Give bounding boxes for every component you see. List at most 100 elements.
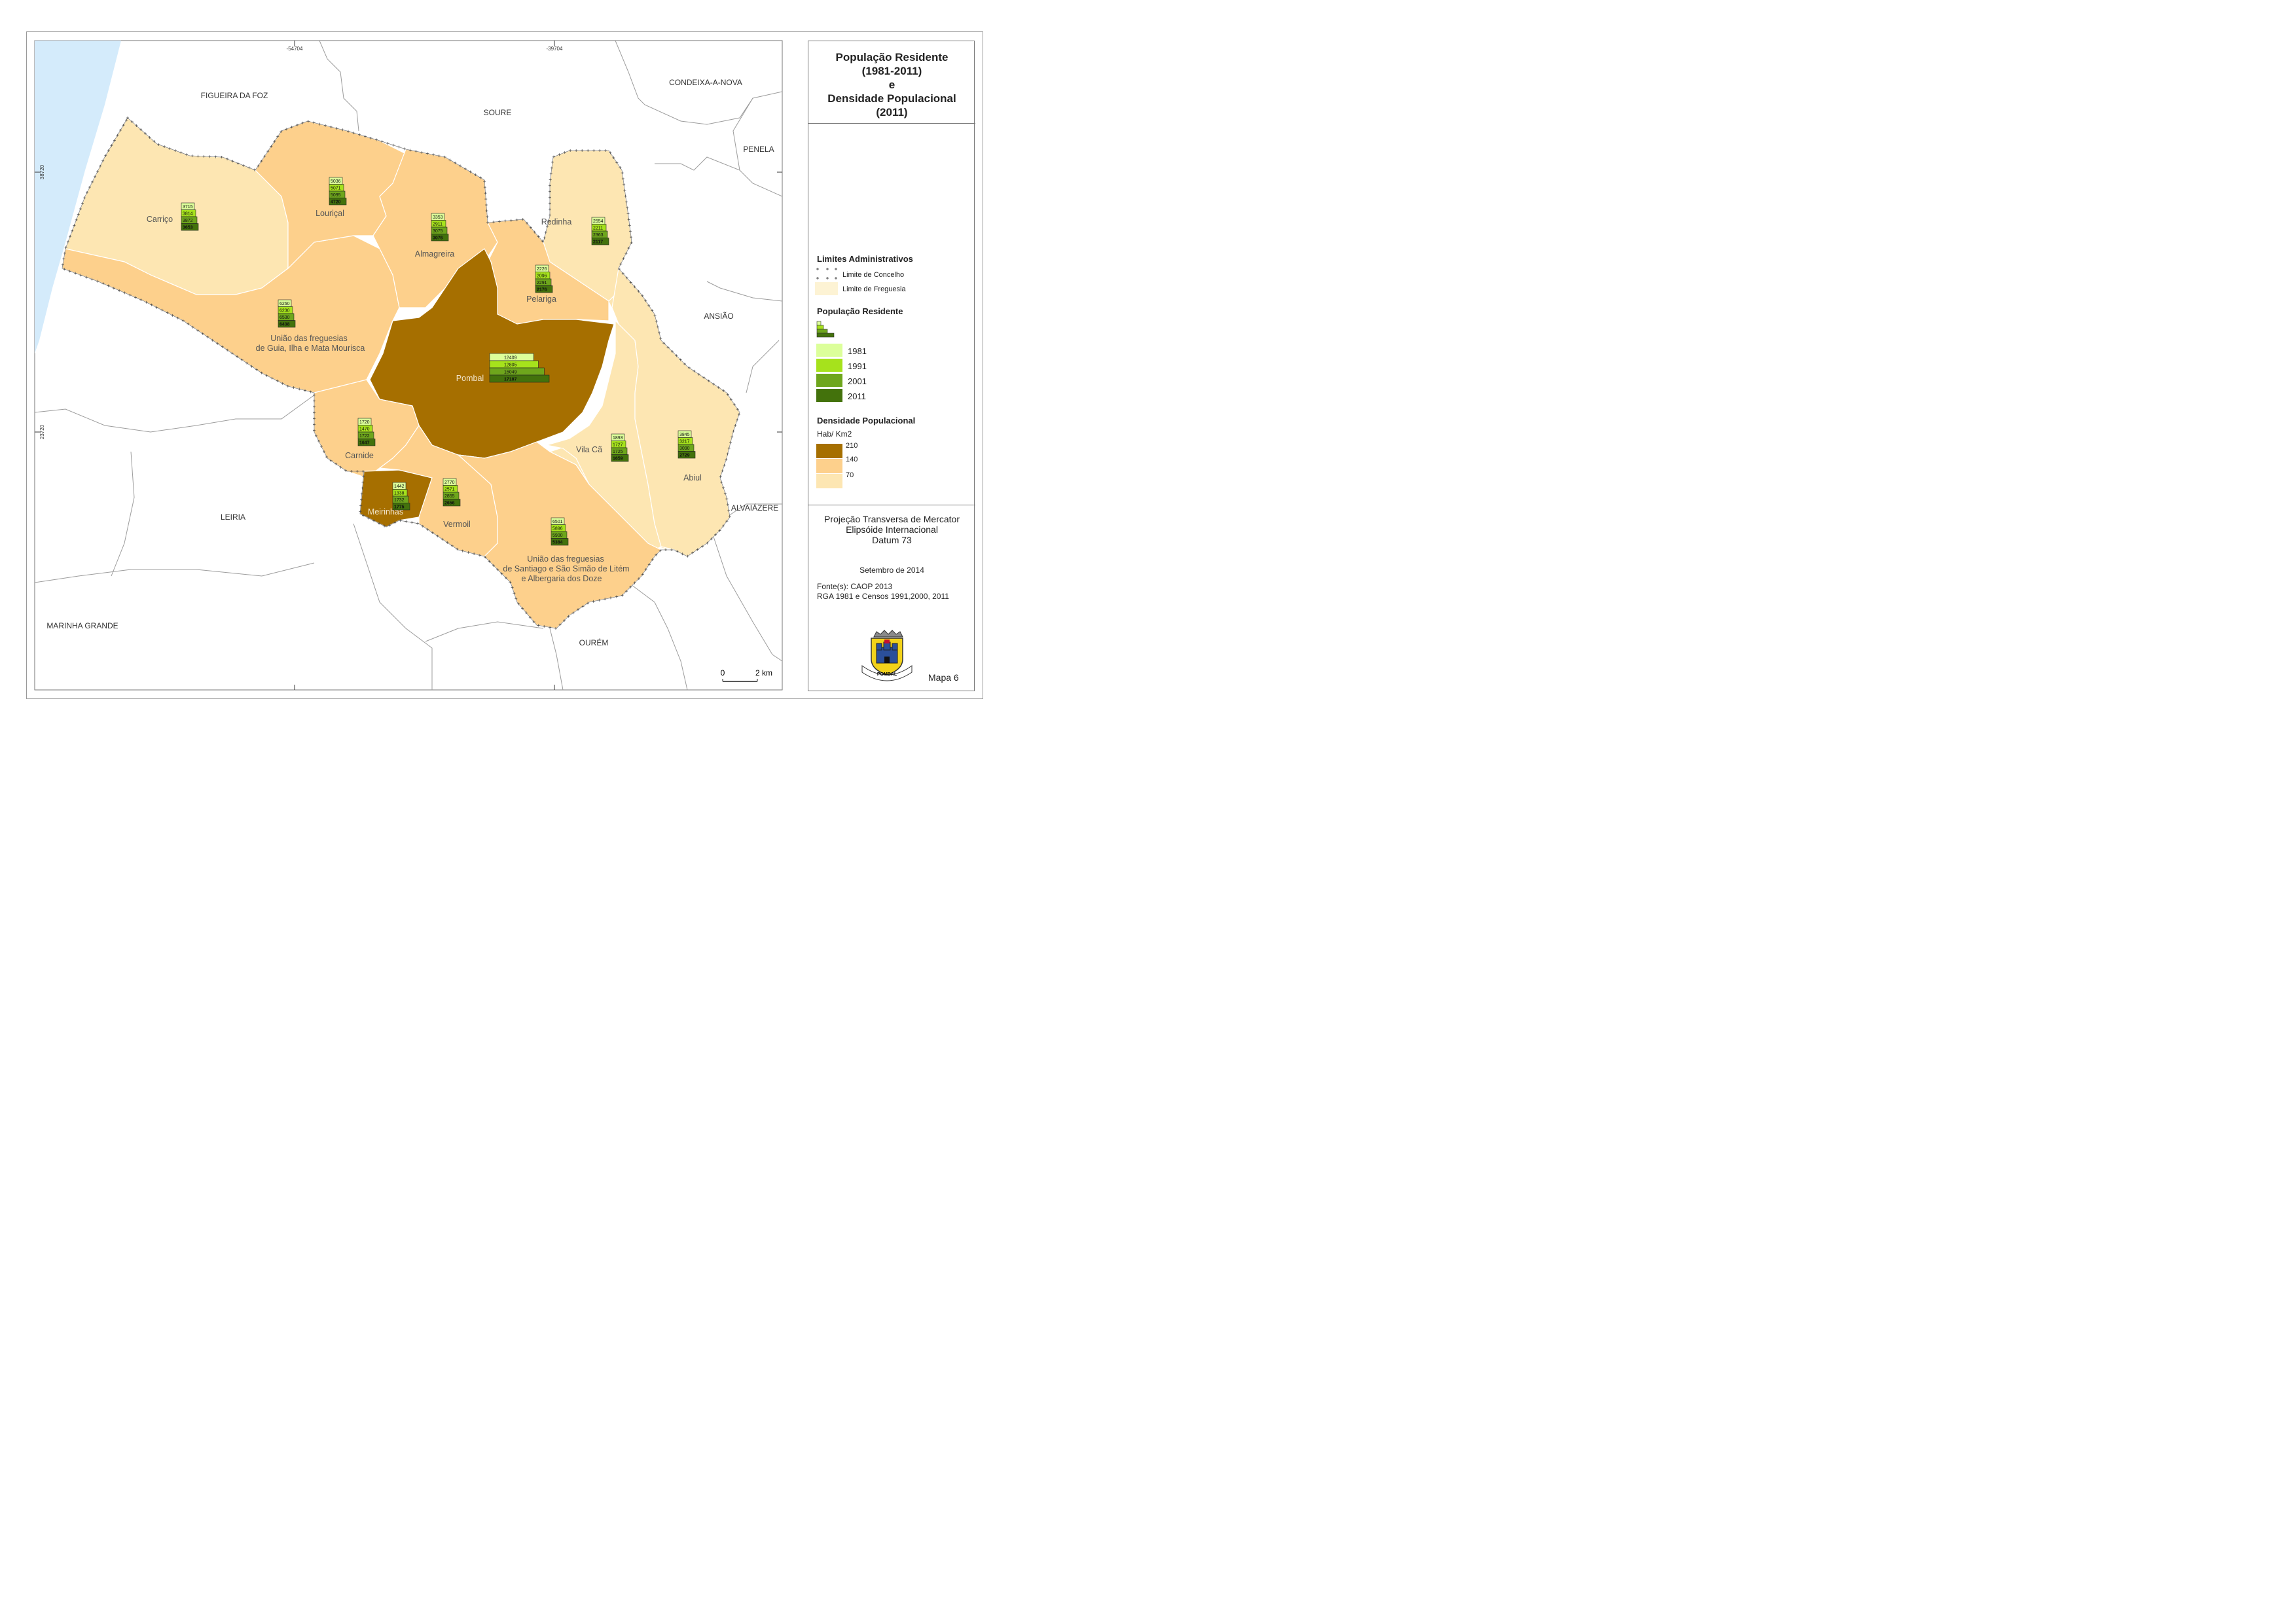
density-70-label: 70 — [846, 471, 854, 479]
pop-value-1991: 2211 — [593, 226, 603, 231]
mun-ansiao: ANSIÃO — [704, 312, 733, 321]
pop-value-1981: 1442 — [394, 484, 405, 489]
parish-label-redinha: Redinha — [541, 217, 572, 226]
mun-ourem: OURÉM — [579, 638, 609, 647]
map-number: Mapa 6 — [928, 672, 959, 683]
parish-label-santiago-line3: e Albergaria dos Doze — [522, 574, 602, 583]
pop-value-2011: 2656 — [444, 501, 455, 506]
map-date: Setembro de 2014 — [859, 566, 924, 575]
density-unit: Hab/ Km2 — [817, 429, 852, 439]
parish-label-carnide: Carnide — [345, 451, 374, 460]
parish-label-santiago-line2: de Santiago e São Simão de Litém — [503, 564, 629, 573]
projection-line-1: Projeção Transversa de Mercator — [824, 514, 960, 524]
year-2001-label: 2001 — [848, 376, 867, 386]
pop-value-1991: 1338 — [394, 492, 405, 496]
pop-value-1991: 2096 — [537, 274, 547, 279]
year-1981-label: 1981 — [848, 346, 867, 356]
pop-value-1981: 6501 — [552, 520, 563, 524]
title-line-4: Densidade Populacional — [827, 92, 956, 105]
pop-value-2011: 2176 — [537, 288, 547, 293]
grid-label-left-1: 38720 — [39, 164, 45, 179]
parish-label-guia-line1: União das freguesias — [270, 334, 347, 343]
pop-legend-mini-chart — [816, 321, 835, 338]
pop-value-2001: 3090 — [679, 446, 690, 451]
pop-value-2001: 6530 — [280, 316, 290, 320]
pop-value-2011: 1775 — [394, 505, 405, 510]
pop-bar-2001 — [489, 367, 545, 376]
pop-value-1991: 2571 — [444, 488, 455, 492]
parish-label-vermoil: Vermoil — [443, 520, 471, 529]
year-1991-swatch — [816, 359, 842, 372]
mun-condeixa: CONDEIXA-A-NOVA — [669, 78, 742, 87]
title-line-5: (2011) — [876, 106, 908, 118]
year-2001-swatch — [816, 374, 842, 387]
grid-label-left-2: 23720 — [39, 424, 45, 439]
pop-value-1991: 1727 — [613, 443, 623, 448]
pop-value-1991: 12805 — [504, 363, 517, 368]
pop-value-2001: 2855 — [444, 494, 455, 499]
freguesia-legend-swatch — [815, 282, 838, 295]
pop-value-2001: 5095 — [331, 193, 341, 198]
projection-info: Projeção Transversa de Mercator Elipsóid… — [808, 514, 975, 545]
year-2011-swatch — [816, 389, 842, 402]
pop-value-1991: 3814 — [183, 212, 193, 217]
mun-penela: PENELA — [743, 145, 774, 154]
density-140-swatch — [816, 459, 842, 473]
parish-label-pelariga: Pelariga — [526, 295, 556, 304]
pop-value-2011: 4720 — [331, 200, 341, 205]
pop-value-1981: 12409 — [504, 356, 517, 361]
pop-value-2011: 3653 — [183, 226, 193, 230]
parish-label-santiago-line1: União das freguesias — [527, 554, 604, 564]
mun-alvaiazere: ALVAIÁZERE — [731, 503, 778, 513]
pop-value-2011: 2729 — [679, 454, 690, 458]
coat-of-arms-text: POMBAL — [877, 672, 897, 677]
pop-value-2001: 2291 — [537, 281, 547, 285]
parish-label-guia-line2: de Guia, Ilha e Mata Mourisca — [256, 344, 365, 353]
parish-label-almagreira: Almagreira — [415, 249, 454, 259]
freguesia-legend-label: Limite de Freguesia — [842, 285, 906, 293]
parish-label-lourical: Louriçal — [316, 209, 344, 218]
pop-value-2001: 1732 — [394, 498, 405, 503]
parish-polygons — [62, 117, 740, 629]
projection-line-3: Datum 73 — [872, 535, 912, 545]
pop-value-2001: 5900 — [552, 533, 563, 538]
year-1991-label: 1991 — [848, 361, 867, 371]
mun-leiria: LEIRIA — [221, 513, 245, 522]
grid-label-top-1: -54704 — [287, 46, 303, 52]
pop-value-1981: 2770 — [444, 480, 455, 485]
pop-value-1991: 1470 — [359, 427, 370, 432]
density-210-swatch — [816, 444, 842, 458]
pop-value-2011: 1647 — [359, 441, 370, 446]
scale-start: 0 — [721, 668, 725, 677]
pop-value-1991: 5896 — [552, 527, 563, 532]
pop-heading: População Residente — [817, 306, 903, 316]
pop-value-1981: 1893 — [613, 436, 623, 441]
map-title: População Residente (1981-2011) e Densid… — [808, 50, 975, 119]
pop-value-2001: 2363 — [593, 233, 604, 238]
pop-value-2001: 3872 — [183, 219, 193, 223]
title-line-2: (1981-2011) — [861, 65, 922, 77]
scale-bar: 0 2 km — [721, 668, 772, 682]
pop-value-2011: 2117 — [593, 240, 603, 245]
sources: Fonte(s): CAOP 2013 RGA 1981 e Censos 19… — [817, 582, 949, 602]
mun-figueira-da-foz: FIGUEIRA DA FOZ — [201, 91, 268, 100]
pop-value-1981: 1720 — [359, 420, 370, 425]
title-line-3: e — [888, 79, 895, 91]
mun-marinha-grande: MARINHA GRANDE — [46, 621, 118, 630]
pombal-coat-of-arms-logo: POMBAL — [861, 630, 913, 681]
legend-panel: População Residente (1981-2011) e Densid… — [808, 41, 975, 691]
pop-value-2011: 1659 — [613, 457, 623, 461]
pop-bar-2011 — [489, 374, 550, 383]
pop-value-1981: 3353 — [433, 215, 443, 220]
pop-value-1981: 3715 — [183, 205, 193, 209]
density-140-label: 140 — [846, 456, 858, 463]
density-210-label: 210 — [846, 442, 858, 450]
parish-label-carrico: Carriço — [147, 215, 173, 224]
pop-value-1981: 3845 — [679, 433, 690, 437]
pop-value-2001: 1722 — [359, 434, 370, 439]
pop-value-1991: 5071 — [331, 187, 341, 191]
projection-line-2: Elipsóide Internacional — [846, 524, 938, 535]
pop-value-1981: 2554 — [593, 219, 604, 224]
pop-value-2001: 1725 — [613, 450, 623, 454]
sources-line-2: RGA 1981 e Censos 1991,2000, 2011 — [817, 592, 949, 601]
